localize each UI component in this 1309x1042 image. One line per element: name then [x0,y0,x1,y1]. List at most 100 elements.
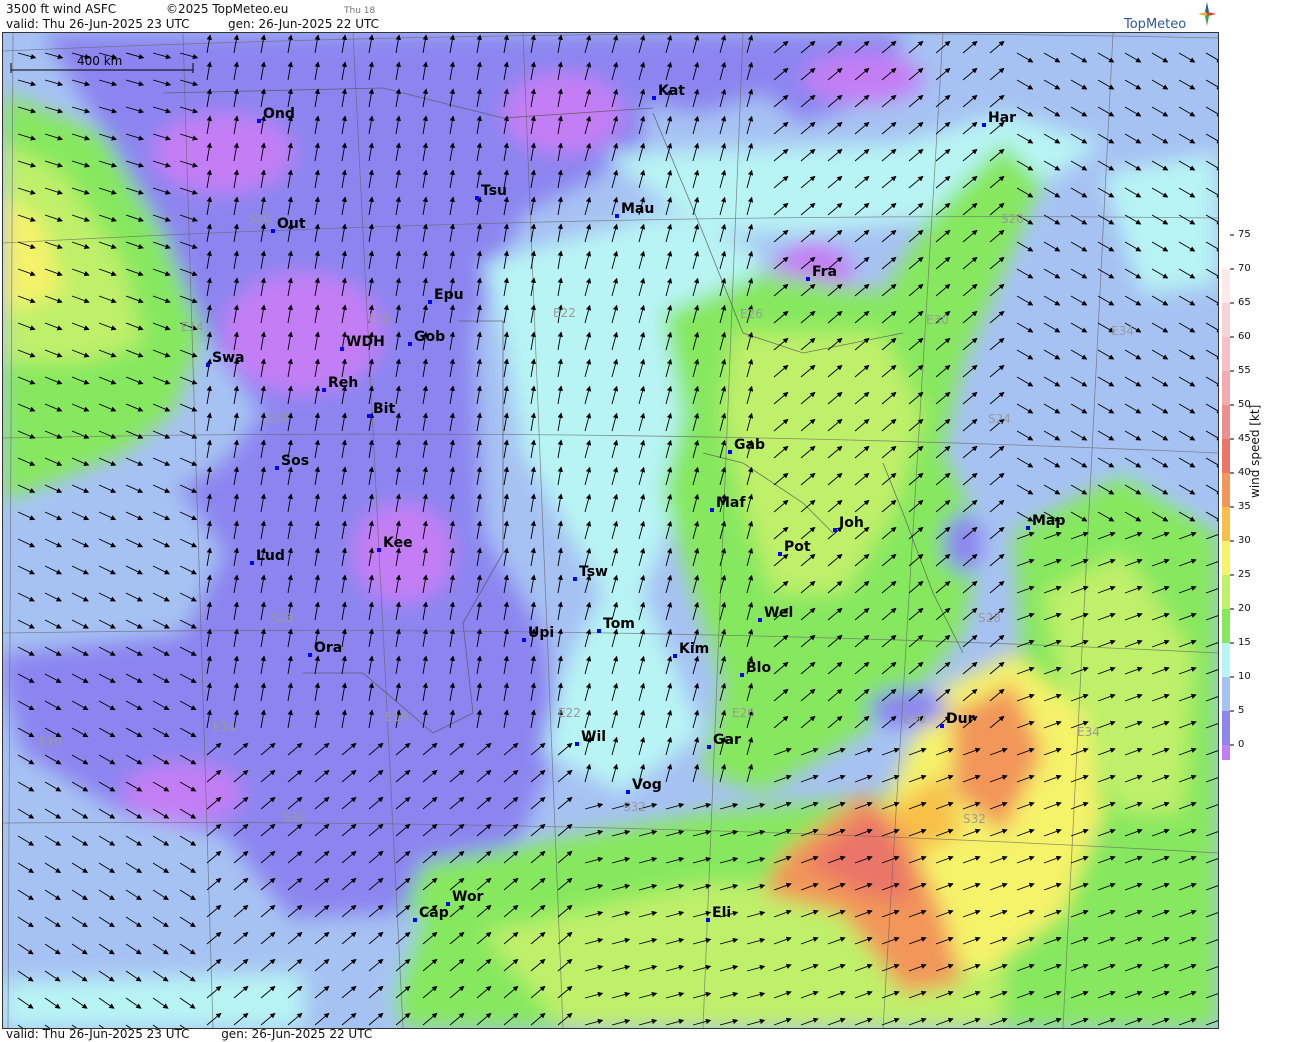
station-marker [271,229,275,233]
station-marker [377,548,381,552]
legend-tick-label: 10 [1238,671,1251,682]
grid-label: S20 [248,212,271,226]
station-label-mau: Mau [621,201,654,217]
station-label-wdh: WDH [346,334,385,350]
station-label-gob: Gob [414,329,445,345]
legend-swatch [1222,745,1230,760]
grid-label: E34 [1077,725,1100,739]
station-label-epu: Epu [434,287,464,303]
legend-tick-label: 60 [1238,331,1251,342]
station-label-gab: Gab [734,437,765,453]
legend-swatch [1222,677,1230,711]
grid-label: S24 [266,411,289,425]
station-label-cap: Cap [419,905,449,921]
legend-swatch [1222,609,1230,643]
station-marker [673,654,677,658]
grid-label: E30 [903,712,926,726]
grid-label: E22 [558,706,581,720]
station-marker [575,742,579,746]
legend-swatch [1222,439,1230,473]
wind-map[interactable]: S20 E18 E14 E22 E26 S20 E30 S24 E34 S24 S28 S28 E18 E… [2,32,1219,1029]
legend-swatch [1222,575,1230,609]
legend-tick-label: 30 [1238,535,1251,546]
legend-tick-label: 25 [1238,569,1251,580]
station-marker [1026,526,1030,530]
station-label-eli: Eli [712,905,731,921]
station-label-wor: Wor [452,889,484,905]
station-marker [982,123,986,127]
station-label-bit: Bit [373,401,395,417]
grid-label: E26 [732,706,755,720]
station-marker [707,745,711,749]
station-label-kim: Kim [679,641,709,657]
station-label-joh: Joh [838,515,864,531]
station-label-gar: Gar [713,732,741,748]
station-marker [413,918,417,922]
legend-swatch [1222,711,1230,745]
station-marker [615,214,619,218]
scale-bar-label: 400 km [77,54,122,68]
station-marker [778,552,782,556]
legend-tick-label: 0 [1238,739,1245,750]
station-marker [408,342,412,346]
station-label-reh: Reh [328,375,358,391]
station-marker [833,528,837,532]
legend-swatch [1222,269,1230,303]
legend-swatch [1222,541,1230,575]
station-marker [597,629,601,633]
station-label-out: Out [277,216,306,232]
station-label-wil: Wil [581,729,606,745]
legend-tick-label: 5 [1238,705,1245,716]
grid-label: E10 [39,735,62,749]
station-marker [257,119,261,123]
grid-label: S20 [1001,212,1024,226]
station-label-tsw: Tsw [579,564,608,580]
station-label-kat: Kat [658,83,685,99]
station-marker [475,196,479,200]
legend-swatch [1222,337,1230,371]
legend-swatch [1222,405,1230,439]
day-step: Thu 18 [344,6,376,16]
legend-swatch [1222,235,1230,269]
station-marker [728,450,732,454]
station-label-maf: Maf [716,495,746,511]
legend-tick-label: 65 [1238,297,1251,308]
station-label-vog: Vog [632,777,662,793]
wind-speed-field [3,33,1218,1028]
legend-swatch [1222,507,1230,541]
station-label-pot: Pot [784,539,811,555]
station-marker [367,414,371,418]
legend-swatch [1222,473,1230,507]
grid-label: S24 [988,412,1011,426]
grid-label: E14 [213,720,236,734]
station-label-upi: Upi [528,625,554,641]
station-label-ond: Ond [263,106,295,122]
copyright: ©2025 TopMeteo.eu [166,2,289,16]
station-marker [522,638,526,642]
station-marker [428,300,432,304]
station-label-tsu: Tsu [481,183,507,199]
station-label-tom: Tom [603,616,635,632]
station-marker [710,508,714,512]
grid-label: E22 [553,306,576,320]
grid-label: E14 [181,320,204,334]
station-marker [275,466,279,470]
station-label-sos: Sos [281,453,309,469]
station-label-map: Map [1032,513,1065,529]
topmeteo-logo[interactable]: TopMeteo [1124,17,1186,32]
compass-star-icon [1198,2,1216,26]
station-label-swa: Swa [212,350,244,366]
grid-label: S32 [623,800,646,814]
station-marker [250,561,254,565]
grid-label: E18 [385,710,408,724]
station-marker [652,96,656,100]
legend-tick-label: 35 [1238,501,1251,512]
station-label-dur: Dur [946,711,975,727]
grid-label: S28 [271,611,294,625]
station-marker [706,918,710,922]
grid-label: E34 [1111,324,1134,338]
station-marker [340,347,344,351]
grid-label: S32 [283,810,306,824]
legend-tick-label: 55 [1238,365,1251,376]
station-marker [740,673,744,677]
